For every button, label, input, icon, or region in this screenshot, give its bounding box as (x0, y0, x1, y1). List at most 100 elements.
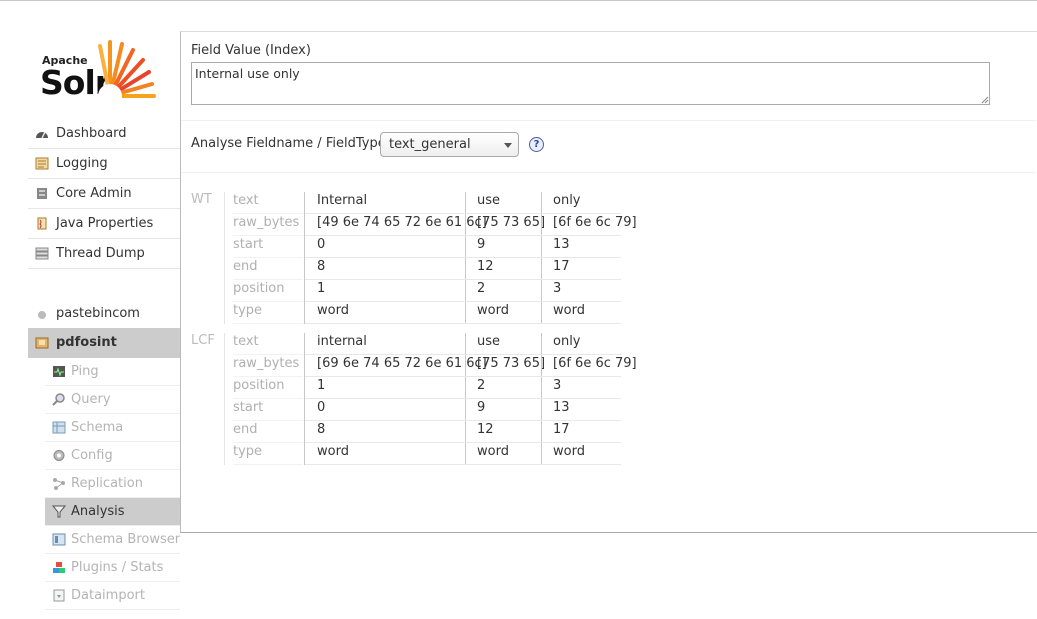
config-icon (53, 450, 65, 461)
schema-browser-icon (52, 533, 66, 546)
stage-divider (224, 333, 225, 465)
token-cell: only (541, 333, 621, 355)
stage-label: LCF (191, 333, 215, 348)
token-cell: use (465, 192, 541, 214)
attribute-name: raw_bytes (233, 355, 303, 377)
core-menu-query[interactable]: Query (45, 386, 180, 414)
sidebar-item-thread-dump[interactable]: Thread Dump (28, 239, 180, 269)
attribute-name: position (233, 377, 303, 399)
token-cell: word (541, 443, 621, 465)
top-border (0, 0, 1037, 1)
sidebar-item-label: Java Properties (56, 216, 154, 231)
core-item-pdfosint[interactable]: pdfosint (28, 328, 180, 358)
core-menu-label: Plugins / Stats (71, 560, 164, 575)
core-menu-label: Analysis (71, 504, 125, 519)
token-cell: [6f 6e 6c 79] (541, 355, 637, 377)
fieldtype-selected-value: text_general (389, 137, 471, 152)
sidebar-item-label: Core Admin (56, 186, 132, 201)
token-cell: word (541, 302, 621, 324)
token-cell: [69 6e 74 65 72 6e 61 6c] (305, 355, 487, 377)
sidebar-item-label: Dashboard (56, 126, 127, 141)
solr-sun-icon (98, 40, 156, 102)
field-value-label: Field Value (Index) (191, 43, 311, 58)
token-cell: word (305, 443, 465, 465)
token-cell: [75 73 65] (465, 355, 545, 377)
core-menu-schema-browser[interactable]: Schema Browser (45, 526, 180, 554)
divider (181, 120, 1036, 121)
token-column: Internal [49 6e 74 65 72 6e 61 6c] 0 8 1… (305, 192, 487, 324)
token-cell: 9 (465, 236, 541, 258)
token-cell: Internal (305, 192, 465, 214)
token-column: use [75 73 65] 2 9 12 word (465, 333, 545, 465)
token-cell: 13 (541, 236, 621, 258)
token-cell: 12 (465, 258, 541, 280)
sidebar-item-label: Logging (56, 156, 108, 171)
token-column: internal [69 6e 74 65 72 6e 61 6c] 1 0 8… (305, 333, 487, 465)
core-menu-dataimport[interactable]: Dataimport (45, 582, 180, 610)
help-icon[interactable]: ? (529, 137, 544, 152)
core-menu: Ping Query Schema Config Replication Ana… (45, 358, 180, 610)
token-cell: 1 (305, 377, 465, 399)
token-column: only [6f 6e 6c 79] 3 13 17 word (541, 333, 637, 465)
token-cell: 8 (305, 258, 465, 280)
core-menu-schema[interactable]: Schema (45, 414, 180, 442)
core-menu-label: Schema (71, 420, 124, 435)
field-value-input[interactable]: Internal use only (191, 62, 990, 105)
fieldtype-label: Analyse Fieldname / FieldType: (191, 136, 391, 151)
token-cell: word (465, 443, 541, 465)
sidebar-item-core-admin[interactable]: Core Admin (28, 179, 180, 209)
attribute-name: position (233, 280, 303, 302)
core-status-icon (38, 311, 46, 319)
analysis-stage-lcf: LCF text raw_bytes position start end ty… (191, 333, 637, 465)
stage-label: WT (191, 192, 212, 207)
chevron-down-icon (504, 143, 512, 148)
attribute-name: end (233, 258, 303, 280)
attribute-name: end (233, 421, 303, 443)
token-cell: [6f 6e 6c 79] (541, 214, 637, 236)
analysis-icon (52, 505, 66, 518)
token-cell: word (465, 302, 541, 324)
core-menu-label: Schema Browser (71, 532, 181, 547)
sidebar-item-dashboard[interactable]: Dashboard (28, 119, 180, 149)
ping-icon (53, 366, 65, 377)
query-icon (52, 393, 65, 406)
token-column: use [75 73 65] 9 12 2 word (465, 192, 545, 324)
core-admin-icon (37, 188, 47, 199)
token-cell: only (541, 192, 621, 214)
thread-dump-icon (35, 247, 49, 260)
token-cell: 17 (541, 258, 621, 280)
token-cell: [49 6e 74 65 72 6e 61 6c] (305, 214, 487, 236)
divider (181, 172, 1036, 173)
plugins-icon (53, 562, 65, 573)
attribute-column: text raw_bytes start end position type (233, 192, 303, 324)
core-menu-plugins-stats[interactable]: Plugins / Stats (45, 554, 180, 582)
core-menu-ping[interactable]: Ping (45, 358, 180, 386)
core-menu-label: Replication (71, 476, 143, 491)
token-cell: 0 (305, 236, 465, 258)
core-menu-config[interactable]: Config (45, 442, 180, 470)
logging-icon (35, 157, 49, 170)
core-menu-label: Query (71, 392, 111, 407)
analysis-stage-wt: WT text raw_bytes start end position typ… (191, 192, 637, 324)
core-menu-label: Ping (71, 364, 99, 379)
core-menu-replication[interactable]: Replication (45, 470, 180, 498)
token-cell: 2 (465, 377, 541, 399)
attribute-name: text (233, 333, 303, 355)
core-item-pastebincom[interactable]: pastebincom (28, 300, 180, 328)
solr-logo[interactable]: Apache Solr (38, 38, 168, 104)
token-cell: 17 (541, 421, 621, 443)
core-menu-label: Config (71, 448, 113, 463)
attribute-name: text (233, 192, 303, 214)
token-cell: use (465, 333, 541, 355)
resize-grip-icon[interactable] (979, 94, 989, 104)
fieldtype-select[interactable]: text_general (380, 132, 519, 157)
stage-divider (224, 192, 225, 324)
sidebar-item-logging[interactable]: Logging (28, 149, 180, 179)
core-menu-analysis[interactable]: Analysis (45, 498, 180, 526)
analysis-panel: Field Value (Index) Internal use only An… (180, 31, 1037, 533)
token-cell: 3 (541, 280, 621, 302)
sidebar: Dashboard Logging Core Admin Java Proper… (28, 119, 180, 610)
token-cell: internal (305, 333, 465, 355)
sidebar-item-java-properties[interactable]: Java Properties (28, 209, 180, 239)
attribute-name: type (233, 443, 303, 465)
